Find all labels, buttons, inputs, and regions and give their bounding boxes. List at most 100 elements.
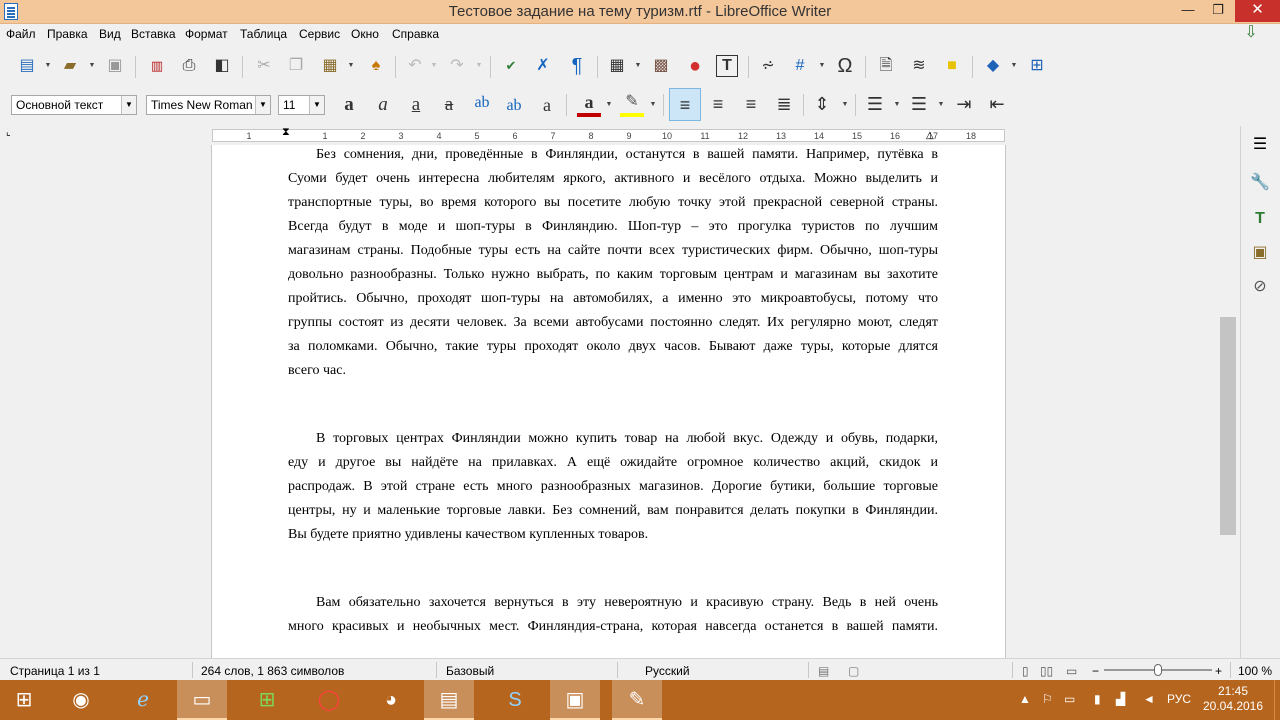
chevron-down-icon[interactable]: ▼ [347, 62, 355, 69]
align-justify-icon[interactable]: ≣ [773, 93, 795, 115]
zoom-out-icon[interactable]: − [1092, 664, 1099, 678]
chevron-down-icon[interactable]: ▼ [841, 101, 849, 108]
font-color-icon[interactable]: a [578, 91, 600, 113]
italic-icon[interactable]: a [372, 94, 394, 116]
comment-icon[interactable]: ■ [941, 55, 963, 77]
chevron-down-icon[interactable]: ▼ [634, 62, 642, 69]
underline-icon[interactable]: a [405, 94, 427, 116]
chevron-down-icon[interactable]: ▼ [1010, 62, 1018, 69]
new-icon[interactable]: ▤ [16, 55, 38, 77]
chart-icon[interactable]: ● [684, 55, 706, 77]
autocorrect-icon[interactable]: ✗ [532, 55, 554, 77]
file-explorer-icon[interactable]: ▭ [177, 680, 227, 720]
redo-icon[interactable]: ↷ [446, 55, 468, 77]
page-break-icon[interactable]: ⩫ [757, 55, 779, 77]
network-icon[interactable]: ▟ [1116, 692, 1125, 706]
open-icon[interactable]: ▰ [59, 55, 81, 77]
zoom-slider-thumb[interactable] [1154, 664, 1162, 676]
menu-view[interactable]: Вид [99, 27, 121, 41]
input-language[interactable]: РУС [1167, 692, 1191, 706]
chevron-down-icon[interactable]: ▼ [605, 101, 613, 108]
styles-icon[interactable]: T [1247, 206, 1273, 232]
menu-help[interactable]: Справка [392, 27, 439, 41]
paragraph-3[interactable]: Вам обязательно захочется вернуться в эт… [288, 591, 938, 639]
paragraph-style-combo[interactable]: Основной текст ▼ [11, 95, 137, 115]
export-pdf-icon[interactable]: ▥ [146, 55, 168, 77]
close-button[interactable]: ✕ [1235, 0, 1280, 22]
field-icon[interactable]: # [789, 55, 811, 77]
zoom-in-icon[interactable]: + [1215, 664, 1222, 678]
indent-marker-icon[interactable]: ⧗ [282, 126, 290, 139]
scrollbar-thumb[interactable] [1220, 317, 1236, 535]
page-style[interactable]: Базовый [446, 664, 494, 678]
formatting-marks-icon[interactable]: ¶ [566, 55, 588, 77]
copy-icon[interactable]: ❐ [285, 55, 307, 77]
book-view-icon[interactable]: ▭ [1066, 664, 1077, 678]
firefox-icon[interactable]: ◉ [56, 680, 106, 720]
multi-page-view-icon[interactable]: ▯▯ [1040, 664, 1053, 678]
store-icon[interactable]: ⊞ [242, 680, 292, 720]
menu-table[interactable]: Таблица [240, 27, 287, 41]
align-center-icon[interactable]: ≡ [707, 93, 729, 115]
navigator-icon[interactable]: ⊘ [1247, 274, 1273, 300]
chevron-down-icon[interactable]: ▼ [309, 96, 324, 114]
paint-icon[interactable]: ✎ [612, 680, 662, 720]
image-icon[interactable]: ▩ [650, 55, 672, 77]
sidebar-menu-icon[interactable]: ☰ [1247, 132, 1273, 158]
action-center-icon[interactable]: ⚐ [1042, 692, 1053, 706]
show-hidden-icons-icon[interactable]: ▲ [1019, 692, 1031, 706]
chrome-icon[interactable]: ◕ [366, 680, 416, 720]
selection-mode-icon[interactable]: ▤ [818, 664, 829, 678]
minimize-button[interactable]: — [1173, 0, 1203, 22]
chevron-down-icon[interactable]: ▼ [88, 62, 96, 69]
print-icon[interactable]: ⎙ [178, 55, 200, 77]
increase-indent-icon[interactable]: ⇥ [953, 93, 975, 115]
subscript-icon[interactable]: ab [503, 95, 525, 117]
cut-icon[interactable]: ✂ [253, 55, 275, 77]
chevron-down-icon[interactable]: ▼ [255, 96, 270, 114]
shapes-icon[interactable]: ◆ [982, 55, 1004, 77]
language[interactable]: Русский [645, 664, 690, 678]
paste-icon[interactable]: ▦ [319, 55, 341, 77]
menu-file[interactable]: Файл [6, 27, 36, 41]
chevron-down-icon[interactable]: ▼ [937, 101, 945, 108]
paragraph-2[interactable]: В торговых центрах Финляндии можно купит… [288, 427, 938, 547]
paragraph-1[interactable]: Без сомнения, дни, проведённые в Финлянд… [288, 145, 938, 383]
internet-explorer-icon[interactable]: ℯ [118, 680, 168, 720]
basic-shapes-icon[interactable]: ⊞ [1026, 55, 1048, 77]
word-count[interactable]: 264 слов, 1 863 символов [201, 664, 344, 678]
tab-stop-type-icon[interactable]: ⌞ [6, 127, 11, 138]
menu-edit[interactable]: Правка [47, 27, 88, 41]
undo-icon[interactable]: ↶ [404, 55, 426, 77]
page-count[interactable]: Страница 1 из 1 [10, 664, 100, 678]
document-modified-icon[interactable]: ▢ [848, 664, 859, 678]
start-icon[interactable]: ⊞ [0, 680, 48, 720]
horizontal-ruler[interactable]: ⌞ 1 1 2 3 4 5 6 7 8 9 10 11 12 13 14 15 … [0, 126, 1240, 145]
clock[interactable]: 21:45 20.04.2016 [1198, 684, 1268, 714]
skype-icon[interactable]: S [490, 680, 540, 720]
properties-icon[interactable]: 🔧 [1247, 170, 1273, 196]
zoom-slider[interactable] [1104, 664, 1212, 676]
textbox-icon[interactable]: T [716, 55, 738, 77]
decrease-indent-icon[interactable]: ⇤ [986, 93, 1008, 115]
align-right-icon[interactable]: ≡ [740, 93, 762, 115]
photo-viewer-icon[interactable]: ▣ [550, 680, 600, 720]
bullet-list-icon[interactable]: ☰ [864, 93, 886, 115]
chevron-down-icon[interactable]: ▼ [121, 96, 136, 114]
show-desktop-button[interactable] [1274, 680, 1280, 720]
restore-button[interactable]: ❐ [1203, 0, 1233, 22]
update-download-icon[interactable]: ⇩ [1240, 22, 1262, 44]
battery-icon[interactable]: ▮ [1094, 692, 1101, 706]
menu-insert[interactable]: Вставка [131, 27, 176, 41]
chevron-down-icon[interactable]: ▼ [649, 101, 657, 108]
superscript-icon[interactable]: ab [471, 92, 493, 114]
chevron-down-icon[interactable]: ▼ [44, 62, 52, 69]
chevron-down-icon[interactable]: ▼ [893, 101, 901, 108]
shadow-icon[interactable]: a [536, 94, 558, 116]
menu-format[interactable]: Формат [185, 27, 228, 41]
menu-tools[interactable]: Сервис [299, 27, 340, 41]
align-left-button[interactable]: ≡ [669, 88, 701, 121]
clone-formatting-icon[interactable]: ♠ [365, 55, 387, 77]
hyperlink-icon[interactable]: 🗎 [875, 55, 897, 77]
menu-window[interactable]: Окно [351, 27, 379, 41]
